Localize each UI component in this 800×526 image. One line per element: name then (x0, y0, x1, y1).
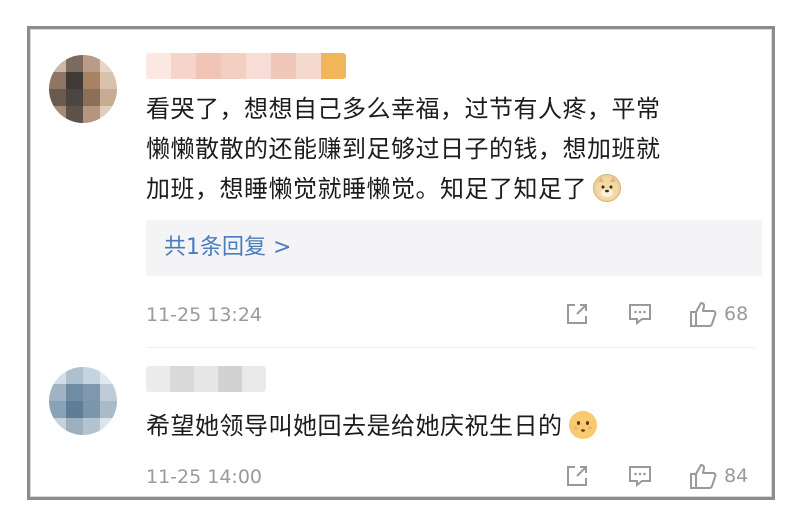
like-button[interactable]: 68 (688, 300, 748, 328)
thumbs-up-icon (690, 302, 717, 327)
avatar[interactable] (49, 55, 117, 123)
username-blurred[interactable] (146, 366, 266, 392)
share-icon (567, 304, 587, 324)
comment-text: 看哭了，想想自己多么幸福，过节有人疼，平常 懒懒散散的还能赚到足够过日子的钱，想… (146, 89, 766, 209)
share-button[interactable] (564, 463, 590, 489)
comment-text-line-content: 希望她领导叫她回去是给她庆祝生日的 (146, 412, 563, 440)
share-icon (567, 466, 587, 486)
comment-divider (148, 347, 754, 348)
comment-text-line: 看哭了，想想自己多么幸福，过节有人疼，平常 (146, 95, 661, 123)
comment-button[interactable] (627, 463, 653, 489)
sad-face-emoji-icon (568, 411, 597, 439)
like-count: 84 (724, 465, 749, 487)
like-button[interactable]: 84 (688, 462, 748, 490)
comment-timestamp: 11-25 14:00 (146, 466, 263, 488)
share-button[interactable] (564, 301, 590, 327)
comment-text-line: 懒懒散散的还能赚到足够过日子的钱，想加班就 (146, 135, 661, 163)
comment-text-line-content: 加班，想睡懒觉就睡懒觉。知足了知足了 (146, 175, 587, 203)
avatar[interactable] (49, 367, 117, 435)
username-blurred[interactable] (146, 53, 346, 79)
comment-icon (629, 466, 651, 488)
comment-text-line: 希望她领导叫她回去是给她庆祝生日的 (146, 406, 766, 446)
comment-timestamp: 11-25 13:24 (146, 304, 263, 326)
replies-link[interactable]: 共1条回复 > (146, 220, 762, 276)
comment-text: 希望她领导叫她回去是给她庆祝生日的 (146, 406, 766, 446)
thumbs-up-icon (690, 464, 717, 489)
like-count: 68 (724, 303, 749, 325)
comment-list: 看哭了，想想自己多么幸福，过节有人疼，平常 懒懒散散的还能赚到足够过日子的钱，想… (27, 26, 775, 500)
comment-text-line: 加班，想睡懒觉就睡懒觉。知足了知足了 (146, 169, 766, 209)
comment-icon (629, 304, 651, 326)
comment-button[interactable] (627, 301, 653, 327)
doge-emoji-icon (593, 174, 621, 202)
